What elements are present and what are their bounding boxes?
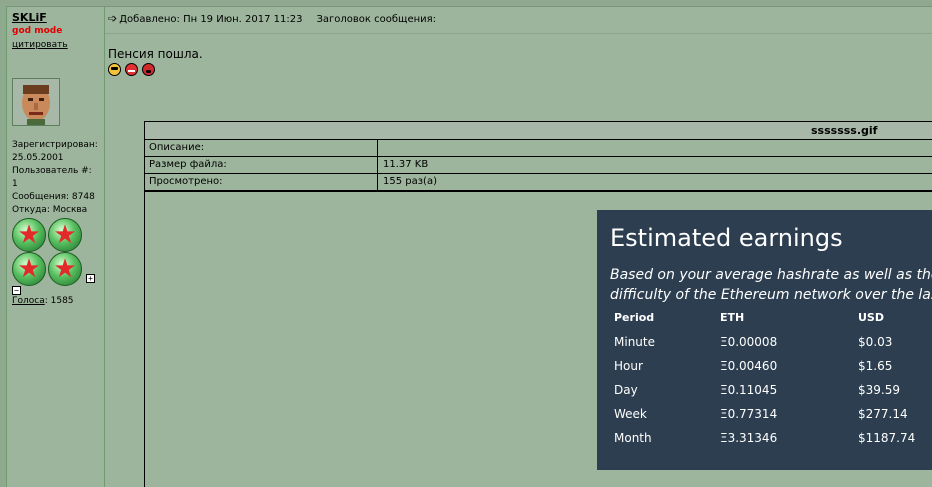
period-cell: Day — [614, 383, 638, 397]
earnings-subtitle: Based on your average hashrate as well a… — [610, 265, 932, 305]
usd-cell: $1.65 — [858, 359, 893, 373]
post-date: Добавлено: Пн 19 Июн. 2017 11:23 — [119, 14, 303, 25]
red-star-badge-icon: ★ — [12, 252, 46, 286]
period-header: Period — [614, 311, 655, 324]
author-username[interactable]: SKLiF — [12, 11, 47, 24]
expand-badges-icon[interactable]: + — [86, 274, 95, 283]
votes-link[interactable]: Голоса — [12, 296, 45, 306]
red-star-badge-icon: ★ — [48, 252, 82, 286]
attachment-value: 155 раз(а) — [383, 176, 437, 187]
eth-header: ETH — [720, 311, 745, 324]
post-header: ➩ Добавлено: Пн 19 Июн. 2017 11:23 Заголов… — [108, 12, 436, 25]
earnings-subtitle-line: Based on your average hashrate as well a… — [610, 267, 932, 283]
earnings-subtitle-line: difficulty of the Ethereum network over … — [610, 287, 932, 303]
attachment-label: Описание: — [149, 142, 205, 153]
angry-smiley-icon — [125, 63, 138, 76]
eth-cell: Ξ0.77314 — [720, 407, 778, 421]
usd-cell: $0.03 — [858, 335, 893, 349]
attachment-row: Просмотрено: 155 раз(а) — [145, 174, 932, 191]
left-edge-strip — [0, 6, 7, 487]
votes-count: : 1585 — [44, 296, 74, 306]
top-bar — [0, 0, 932, 7]
header-divider — [105, 33, 932, 34]
usd-cell: $39.59 — [858, 383, 900, 397]
cool-smiley-icon — [108, 63, 121, 76]
votes: Голоса: 1585 — [12, 295, 74, 308]
period-cell: Week — [614, 407, 647, 421]
period-cell: Hour — [614, 359, 643, 373]
post-message: Пенсия пошла. — [108, 47, 203, 61]
messages-count: Сообщения: 8748 — [12, 192, 95, 202]
attachment-filename[interactable]: sssssss.gif — [811, 124, 877, 137]
attachment-row: Описание: — [145, 140, 932, 157]
badge-grid: ★ ★ ★ ★ — [12, 218, 92, 286]
red-star-badge-icon: ★ — [48, 218, 82, 252]
period-cell: Month — [614, 431, 652, 445]
attachment-header: sssssss.gif — [145, 122, 932, 140]
arrow-right-icon[interactable]: ➩ — [108, 12, 117, 25]
attachment-label: Просмотрено: — [149, 176, 223, 187]
user-number-label: Пользователь #: — [12, 166, 92, 176]
attachment-table: sssssss.gif Описание: Размер файла: 11.3… — [144, 121, 932, 192]
usd-cell: $277.14 — [858, 407, 908, 421]
earnings-image: Estimated earnings Based on your average… — [597, 210, 932, 470]
collapse-votes-icon[interactable]: − — [12, 286, 21, 295]
attachment-body-border — [144, 191, 145, 487]
eth-cell: Ξ0.00460 — [720, 359, 778, 373]
shouting-smiley-icon — [142, 63, 155, 76]
eth-cell: Ξ0.11045 — [720, 383, 778, 397]
author-rank: god mode — [12, 26, 63, 36]
post-subject-label: Заголовок сообщения: — [316, 14, 437, 25]
user-number: 1 — [12, 179, 18, 189]
eth-cell: Ξ0.00008 — [720, 335, 778, 349]
quote-link[interactable]: цитировать — [12, 40, 68, 50]
doom-guy-avatar-icon — [13, 79, 59, 125]
attachment-row: Размер файла: 11.37 KB — [145, 157, 932, 174]
usd-cell: $1187.74 — [858, 431, 916, 445]
period-cell: Minute — [614, 335, 655, 349]
location: Откуда: Москва — [12, 205, 88, 215]
eth-cell: Ξ3.31346 — [720, 431, 778, 445]
red-star-badge-icon: ★ — [12, 218, 46, 252]
registered-date: 25.05.2001 — [12, 153, 64, 163]
registered-label: Зарегистрирован: — [12, 140, 98, 150]
usd-header: USD — [858, 311, 884, 324]
avatar — [12, 78, 60, 126]
attachment-value: 11.37 KB — [383, 159, 429, 170]
earnings-title: Estimated earnings — [610, 224, 843, 252]
attachment-label: Размер файла: — [149, 159, 227, 170]
